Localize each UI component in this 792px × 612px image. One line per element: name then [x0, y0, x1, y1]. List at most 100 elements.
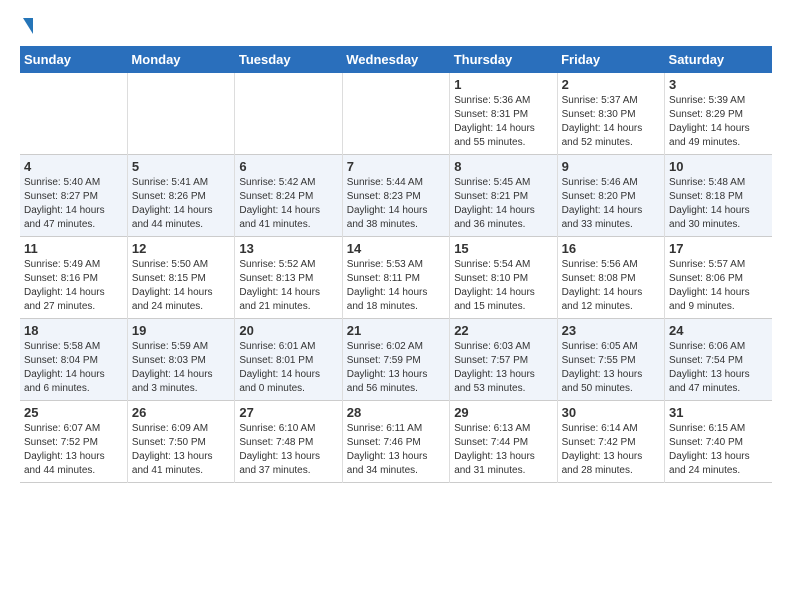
calendar-cell: 30 Sunrise: 6:14 AM Sunset: 7:42 PM Dayli… — [557, 401, 664, 483]
calendar-cell: 11 Sunrise: 5:49 AM Sunset: 8:16 PM Dayli… — [20, 237, 127, 319]
day-number: 18 — [24, 323, 123, 338]
day-info: Sunrise: 6:11 AM Sunset: 7:46 PM Dayligh… — [347, 422, 445, 478]
calendar-cell: 13 Sunrise: 5:52 AM Sunset: 8:13 PM Dayli… — [235, 237, 342, 319]
day-of-week-header: Saturday — [665, 46, 772, 73]
calendar-cell: 1 Sunrise: 5:36 AM Sunset: 8:31 PM Daylig… — [450, 73, 557, 155]
calendar-cell: 5 Sunrise: 5:41 AM Sunset: 8:26 PM Daylig… — [127, 155, 234, 237]
day-number: 1 — [454, 77, 552, 92]
day-info: Sunrise: 5:45 AM Sunset: 8:21 PM Dayligh… — [454, 176, 552, 232]
day-of-week-header: Sunday — [20, 46, 127, 73]
day-info: Sunrise: 6:10 AM Sunset: 7:48 PM Dayligh… — [239, 422, 337, 478]
calendar-cell: 6 Sunrise: 5:42 AM Sunset: 8:24 PM Daylig… — [235, 155, 342, 237]
day-info: Sunrise: 6:07 AM Sunset: 7:52 PM Dayligh… — [24, 422, 123, 478]
logo-triangle-icon — [23, 18, 33, 34]
calendar-cell: 14 Sunrise: 5:53 AM Sunset: 8:11 PM Dayli… — [342, 237, 449, 319]
calendar-week-row: 4 Sunrise: 5:40 AM Sunset: 8:27 PM Daylig… — [20, 155, 772, 237]
day-number: 25 — [24, 405, 123, 420]
day-info: Sunrise: 5:54 AM Sunset: 8:10 PM Dayligh… — [454, 258, 552, 314]
calendar-table: SundayMondayTuesdayWednesdayThursdayFrid… — [20, 46, 772, 483]
calendar-cell: 23 Sunrise: 6:05 AM Sunset: 7:55 PM Dayli… — [557, 319, 664, 401]
day-number: 17 — [669, 241, 768, 256]
day-number: 5 — [132, 159, 230, 174]
calendar-cell: 29 Sunrise: 6:13 AM Sunset: 7:44 PM Dayli… — [450, 401, 557, 483]
day-info: Sunrise: 6:13 AM Sunset: 7:44 PM Dayligh… — [454, 422, 552, 478]
calendar-cell: 10 Sunrise: 5:48 AM Sunset: 8:18 PM Dayli… — [665, 155, 772, 237]
day-info: Sunrise: 5:42 AM Sunset: 8:24 PM Dayligh… — [239, 176, 337, 232]
day-number: 23 — [562, 323, 660, 338]
day-number: 24 — [669, 323, 768, 338]
calendar-cell: 18 Sunrise: 5:58 AM Sunset: 8:04 PM Dayli… — [20, 319, 127, 401]
calendar-cell: 20 Sunrise: 6:01 AM Sunset: 8:01 PM Dayli… — [235, 319, 342, 401]
day-number: 4 — [24, 159, 123, 174]
calendar-cell: 17 Sunrise: 5:57 AM Sunset: 8:06 PM Dayli… — [665, 237, 772, 319]
day-number: 30 — [562, 405, 660, 420]
day-info: Sunrise: 6:14 AM Sunset: 7:42 PM Dayligh… — [562, 422, 660, 478]
calendar-cell: 2 Sunrise: 5:37 AM Sunset: 8:30 PM Daylig… — [557, 73, 664, 155]
page-header — [20, 20, 772, 36]
day-number: 8 — [454, 159, 552, 174]
calendar-cell: 15Sunrise: 5:54 AM Sunset: 8:10 PM Dayli… — [450, 237, 557, 319]
day-number: 16 — [562, 241, 660, 256]
day-info: Sunrise: 6:05 AM Sunset: 7:55 PM Dayligh… — [562, 340, 660, 396]
calendar-cell: 19Sunrise: 5:59 AM Sunset: 8:03 PM Dayli… — [127, 319, 234, 401]
calendar-cell: 9 Sunrise: 5:46 AM Sunset: 8:20 PM Daylig… — [557, 155, 664, 237]
day-number: 12 — [132, 241, 230, 256]
day-info: Sunrise: 5:41 AM Sunset: 8:26 PM Dayligh… — [132, 176, 230, 232]
calendar-cell — [342, 73, 449, 155]
calendar-cell: 28 Sunrise: 6:11 AM Sunset: 7:46 PM Dayli… — [342, 401, 449, 483]
calendar-cell: 27Sunrise: 6:10 AM Sunset: 7:48 PM Dayli… — [235, 401, 342, 483]
day-info: Sunrise: 6:15 AM Sunset: 7:40 PM Dayligh… — [669, 422, 768, 478]
calendar-cell: 7 Sunrise: 5:44 AM Sunset: 8:23 PM Daylig… — [342, 155, 449, 237]
day-number: 26 — [132, 405, 230, 420]
logo — [20, 20, 33, 36]
day-info: Sunrise: 6:03 AM Sunset: 7:57 PM Dayligh… — [454, 340, 552, 396]
day-info: Sunrise: 6:01 AM Sunset: 8:01 PM Dayligh… — [239, 340, 337, 396]
day-of-week-header: Tuesday — [235, 46, 342, 73]
day-info: Sunrise: 5:56 AM Sunset: 8:08 PM Dayligh… — [562, 258, 660, 314]
calendar-cell — [20, 73, 127, 155]
day-of-week-header: Monday — [127, 46, 234, 73]
day-number: 21 — [347, 323, 445, 338]
day-number: 20 — [239, 323, 337, 338]
day-info: Sunrise: 5:46 AM Sunset: 8:20 PM Dayligh… — [562, 176, 660, 232]
day-number: 19 — [132, 323, 230, 338]
day-number: 14 — [347, 241, 445, 256]
day-info: Sunrise: 5:49 AM Sunset: 8:16 PM Dayligh… — [24, 258, 123, 314]
day-info: Sunrise: 5:39 AM Sunset: 8:29 PM Dayligh… — [669, 94, 768, 150]
calendar-cell — [235, 73, 342, 155]
day-of-week-header: Friday — [557, 46, 664, 73]
day-of-week-header: Thursday — [450, 46, 557, 73]
day-number: 2 — [562, 77, 660, 92]
day-info: Sunrise: 6:09 AM Sunset: 7:50 PM Dayligh… — [132, 422, 230, 478]
calendar-cell: 22 Sunrise: 6:03 AM Sunset: 7:57 PM Dayli… — [450, 319, 557, 401]
calendar-week-row: 1 Sunrise: 5:36 AM Sunset: 8:31 PM Daylig… — [20, 73, 772, 155]
day-info: Sunrise: 6:06 AM Sunset: 7:54 PM Dayligh… — [669, 340, 768, 396]
day-info: Sunrise: 5:36 AM Sunset: 8:31 PM Dayligh… — [454, 94, 552, 150]
day-number: 29 — [454, 405, 552, 420]
day-info: Sunrise: 5:57 AM Sunset: 8:06 PM Dayligh… — [669, 258, 768, 314]
day-number: 9 — [562, 159, 660, 174]
day-number: 7 — [347, 159, 445, 174]
day-info: Sunrise: 5:53 AM Sunset: 8:11 PM Dayligh… — [347, 258, 445, 314]
calendar-cell — [127, 73, 234, 155]
day-info: Sunrise: 5:40 AM Sunset: 8:27 PM Dayligh… — [24, 176, 123, 232]
day-number: 28 — [347, 405, 445, 420]
day-number: 31 — [669, 405, 768, 420]
day-number: 13 — [239, 241, 337, 256]
day-info: Sunrise: 5:48 AM Sunset: 8:18 PM Dayligh… — [669, 176, 768, 232]
calendar-cell: 25 Sunrise: 6:07 AM Sunset: 7:52 PM Dayli… — [20, 401, 127, 483]
calendar-cell: 8 Sunrise: 5:45 AM Sunset: 8:21 PM Daylig… — [450, 155, 557, 237]
calendar-cell: 21Sunrise: 6:02 AM Sunset: 7:59 PM Dayli… — [342, 319, 449, 401]
day-info: Sunrise: 5:58 AM Sunset: 8:04 PM Dayligh… — [24, 340, 123, 396]
calendar-cell: 12Sunrise: 5:50 AM Sunset: 8:15 PM Dayli… — [127, 237, 234, 319]
day-number: 6 — [239, 159, 337, 174]
day-info: Sunrise: 5:52 AM Sunset: 8:13 PM Dayligh… — [239, 258, 337, 314]
day-info: Sunrise: 5:37 AM Sunset: 8:30 PM Dayligh… — [562, 94, 660, 150]
day-number: 22 — [454, 323, 552, 338]
calendar-week-row: 18 Sunrise: 5:58 AM Sunset: 8:04 PM Dayli… — [20, 319, 772, 401]
day-number: 11 — [24, 241, 123, 256]
day-number: 10 — [669, 159, 768, 174]
calendar-cell: 26 Sunrise: 6:09 AM Sunset: 7:50 PM Dayli… — [127, 401, 234, 483]
day-info: Sunrise: 5:44 AM Sunset: 8:23 PM Dayligh… — [347, 176, 445, 232]
day-number: 3 — [669, 77, 768, 92]
